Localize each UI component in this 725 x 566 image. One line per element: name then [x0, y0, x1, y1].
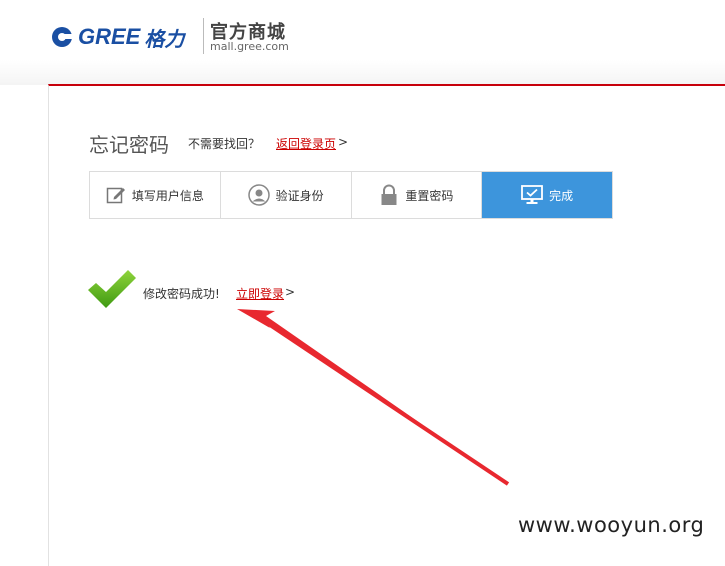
step-label: 填写用户信息 [131, 188, 204, 203]
monitor-check-icon [521, 185, 544, 205]
page-title: 忘记密码 [89, 133, 169, 157]
progress-steps: 填写用户信息 验证身份 重置密码 完成 [89, 171, 613, 219]
no-need-text: 不需要找回？ [188, 137, 261, 151]
login-link-suffix: > [285, 285, 296, 299]
lock-icon [379, 184, 399, 206]
success-message: 修改密码成功! [143, 287, 220, 301]
edit-icon [106, 185, 126, 205]
site-header: GREE 格力 官方商城 mall.gree.com [0, 0, 725, 60]
header-divider [203, 18, 204, 54]
step-label: 验证身份 [275, 188, 324, 203]
step-fill-user-info: 填写用户信息 [90, 172, 221, 218]
gree-logo-icon [50, 25, 74, 49]
brand-script: 格力 [144, 26, 185, 51]
mall-url: mall.gree.com [210, 40, 289, 53]
step-label: 完成 [549, 188, 574, 203]
brand-name: GREE [78, 24, 141, 49]
login-now-link[interactable]: 立即登录 [236, 285, 284, 302]
step-label: 重置密码 [405, 188, 454, 203]
step-verify-identity: 验证身份 [221, 172, 352, 218]
back-to-login-link[interactable]: 返回登录页 [276, 135, 336, 152]
gree-logo[interactable]: GREE 格力 [50, 22, 184, 52]
step-complete: 完成 [482, 172, 612, 218]
watermark: www.wooyun.org [518, 513, 705, 537]
back-link-suffix: > [338, 135, 349, 149]
step-reset-password: 重置密码 [352, 172, 483, 218]
checkmark-icon [86, 268, 138, 310]
header-shadow [0, 60, 725, 85]
user-icon [247, 184, 270, 206]
